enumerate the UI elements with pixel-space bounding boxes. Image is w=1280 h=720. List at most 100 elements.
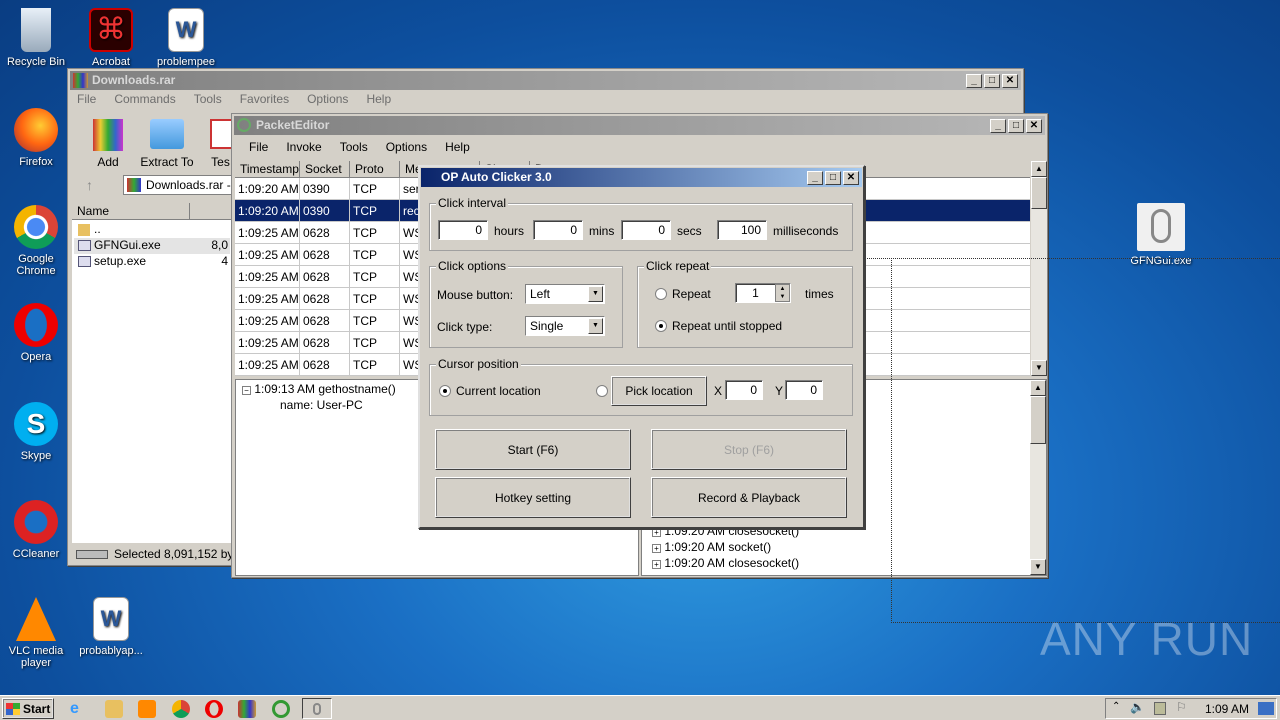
winrar-add-button[interactable]: Add — [88, 119, 128, 169]
desktop-icon-vlc[interactable]: VLC media player — [0, 597, 72, 669]
up-folder-icon[interactable]: ↑ — [86, 177, 93, 193]
expand-icon[interactable]: + — [652, 560, 661, 569]
milliseconds-input[interactable]: 100 — [717, 220, 767, 240]
repeat-spinner[interactable]: ▲ ▼ — [775, 284, 790, 302]
media-player-icon[interactable] — [138, 700, 156, 718]
menu-file[interactable]: File — [68, 92, 105, 106]
packeteditor-titlebar[interactable]: PacketEditor _ □ ✕ — [234, 116, 1045, 135]
menu-options[interactable]: Options — [377, 140, 436, 154]
desktop-icon-probablyap[interactable]: Wprobablyap... — [75, 597, 147, 657]
packeteditor-icon — [237, 118, 251, 132]
close-button[interactable]: ✕ — [1026, 119, 1042, 133]
ie-icon[interactable]: e — [70, 700, 88, 718]
network-icon[interactable] — [1154, 702, 1166, 715]
file-row-gfngui[interactable]: GFNGui.exe 8,0 — [74, 238, 230, 254]
menu-tools[interactable]: Tools — [331, 140, 377, 154]
menu-help[interactable]: Help — [357, 92, 400, 106]
clock[interactable]: 1:09 AM — [1205, 702, 1249, 716]
maximize-button[interactable]: □ — [1008, 119, 1024, 133]
minimize-button[interactable]: _ — [807, 171, 823, 185]
file-row-setup[interactable]: setup.exe 4 — [74, 254, 230, 270]
secs-input[interactable]: 0 — [621, 220, 671, 240]
expand-icon[interactable]: + — [652, 528, 661, 537]
stop-button[interactable]: Stop (F6) — [651, 429, 847, 470]
desktop-icon-chrome[interactable]: Google Chrome — [0, 205, 72, 277]
desktop-icon-recycle-bin[interactable]: Recycle Bin — [0, 8, 72, 68]
test-icon — [210, 119, 233, 149]
minimize-button[interactable]: _ — [990, 119, 1006, 133]
packeteditor-task-icon[interactable] — [272, 700, 290, 718]
tree-node[interactable]: − 1:09:13 AM gethostname() — [242, 382, 396, 396]
action-center-flag-icon[interactable]: ⚐ — [1176, 700, 1187, 714]
winrar-titlebar[interactable]: Downloads.rar _ □ ✕ — [70, 71, 1021, 90]
close-button[interactable]: ✕ — [843, 171, 859, 185]
minimize-button[interactable]: _ — [966, 74, 982, 88]
hotkey-setting-button[interactable]: Hotkey setting — [435, 477, 631, 518]
chrome-icon[interactable] — [172, 700, 190, 718]
pick-location-radio[interactable] — [596, 385, 608, 397]
winrar-task-icon[interactable] — [238, 700, 256, 718]
tree-node[interactable]: + 1:09:20 AM socket() — [652, 540, 771, 554]
mins-input[interactable]: 0 — [533, 220, 583, 240]
chevron-down-icon[interactable]: ▼ — [588, 286, 603, 302]
menu-options[interactable]: Options — [298, 92, 357, 106]
click-type-select[interactable]: Single ▼ — [525, 316, 605, 336]
desktop-icon-skype[interactable]: S Skype — [0, 402, 72, 462]
y-coordinate-input[interactable]: 0 — [785, 380, 823, 400]
chrome-icon — [14, 205, 58, 249]
desktop-icon-acrobat[interactable]: ⌘ Acrobat — [75, 8, 147, 68]
col-size[interactable] — [190, 203, 232, 220]
opera-icon[interactable] — [205, 700, 223, 718]
winrar-test-button[interactable]: Tes — [208, 119, 233, 169]
pick-location-button[interactable]: Pick location — [611, 376, 707, 406]
menu-invoke[interactable]: Invoke — [277, 140, 330, 154]
start-button-taskbar[interactable]: Start — [2, 698, 54, 719]
gfngui-task-button[interactable] — [302, 698, 332, 719]
skype-icon: S — [14, 402, 58, 446]
volume-icon[interactable]: 🔈 — [1130, 700, 1145, 714]
show-hidden-icons[interactable]: ⌃ — [1112, 701, 1120, 712]
x-coordinate-input[interactable]: 0 — [725, 380, 763, 400]
menu-commands[interactable]: Commands — [105, 92, 184, 106]
menu-help[interactable]: Help — [436, 140, 479, 154]
address-bar[interactable]: Downloads.rar - F — [123, 175, 243, 195]
record-playback-button[interactable]: Record & Playback — [651, 477, 847, 518]
desktop-icon-firefox[interactable]: Firefox — [0, 108, 72, 168]
menu-file[interactable]: File — [240, 140, 277, 154]
menu-tools[interactable]: Tools — [185, 92, 231, 106]
explorer-icon[interactable] — [105, 700, 123, 718]
col-name[interactable]: Name — [72, 203, 190, 220]
packet-cell-sock: 0628 — [300, 222, 350, 244]
maximize-button[interactable]: □ — [825, 171, 841, 185]
col-socket[interactable]: Socket — [300, 161, 350, 178]
repeat-until-stopped-radio[interactable] — [655, 320, 667, 332]
taskbar: Start e ⌃ 🔈 ⚐ 1:09 AM — [0, 695, 1280, 720]
packet-cell-sock: 0628 — [300, 354, 350, 376]
tree-node[interactable]: + 1:09:20 AM closesocket() — [652, 556, 799, 570]
winrar-file-list[interactable]: Name .. GFNGui.exe 8,0 setup.exe 4 — [72, 203, 232, 543]
repeat-radio[interactable] — [655, 288, 667, 300]
desktop-icon-ccleaner[interactable]: CCleaner — [0, 500, 72, 560]
packet-cell-ts: 1:09:25 AM — [235, 222, 300, 244]
expand-icon[interactable]: + — [652, 544, 661, 553]
col-proto[interactable]: Proto — [350, 161, 400, 178]
collapse-icon[interactable]: − — [242, 386, 251, 395]
current-location-radio[interactable] — [439, 385, 451, 397]
hours-input[interactable]: 0 — [438, 220, 488, 240]
close-button[interactable]: ✕ — [1002, 74, 1018, 88]
winrar-extract-button[interactable]: Extract To — [138, 119, 196, 169]
file-row-parent[interactable]: .. — [74, 222, 230, 238]
auto-clicker-window[interactable]: OP Auto Clicker 3.0 _ □ ✕ Click interval 0… — [418, 165, 865, 529]
start-button[interactable]: Start (F6) — [435, 429, 631, 470]
packet-table-scrollbar[interactable]: ▲ ▼ — [1031, 161, 1047, 376]
maximize-button[interactable]: □ — [984, 74, 1000, 88]
desktop-icon-problempee[interactable]: Wproblempee — [150, 8, 222, 68]
show-desktop-button[interactable] — [1258, 702, 1274, 715]
right-tree-scrollbar[interactable]: ▲ ▼ — [1030, 380, 1046, 575]
menu-favorites[interactable]: Favorites — [231, 92, 298, 106]
chevron-down-icon[interactable]: ▼ — [588, 318, 603, 334]
desktop-icon-opera[interactable]: Opera — [0, 303, 72, 363]
col-timestamp[interactable]: Timestamp — [235, 161, 300, 178]
auto-clicker-titlebar[interactable]: OP Auto Clicker 3.0 _ □ ✕ — [421, 168, 862, 187]
mouse-button-select[interactable]: Left ▼ — [525, 284, 605, 304]
